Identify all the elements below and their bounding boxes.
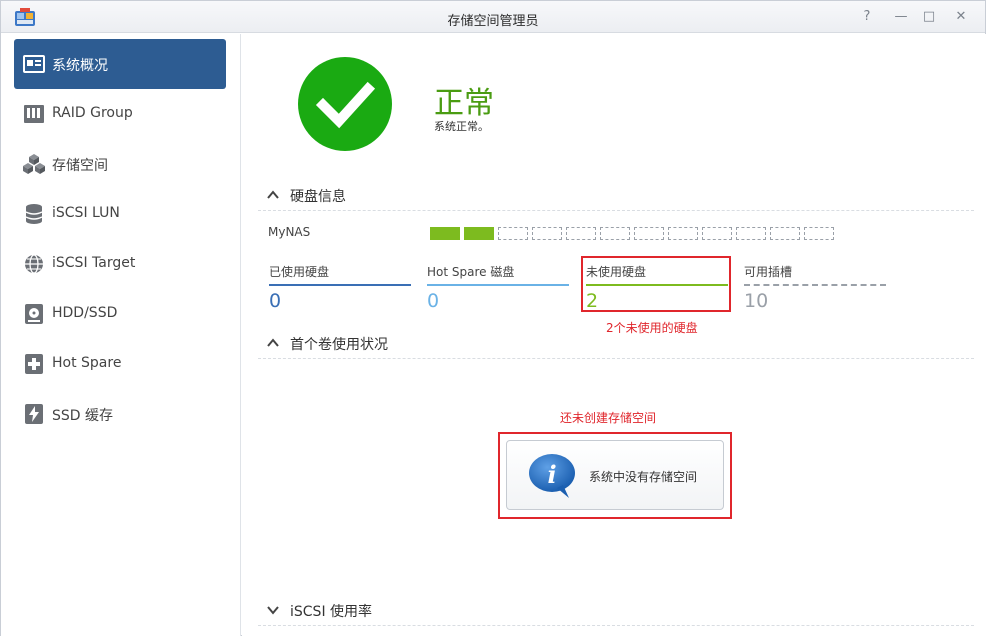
disk-slot-empty xyxy=(736,227,766,240)
disk-slot-empty xyxy=(668,227,698,240)
disk-slot-empty xyxy=(532,227,562,240)
no-storage-message: 系统中没有存储空间 xyxy=(589,470,698,484)
chevron-up-icon xyxy=(267,190,279,199)
sidebar-item-overview[interactable]: 系统概况 xyxy=(14,39,226,89)
window-title: 存储空间管理员 xyxy=(447,14,539,29)
globe-icon xyxy=(25,254,43,274)
stat-underline xyxy=(269,284,411,286)
stat-label: 可用插槽 xyxy=(744,265,793,279)
sidebar-item-label: Hot Spare xyxy=(52,355,122,371)
section-first-volume[interactable]: 首个卷使用状况 xyxy=(258,333,974,359)
disk-slot-empty xyxy=(702,227,732,240)
stat-value: 0 xyxy=(427,290,440,312)
stat-underline xyxy=(427,284,569,286)
no-storage-message-card: i 系统中没有存储空间 xyxy=(506,440,724,510)
sidebar: 系统概况 RAID Group 存储空间 iSCSI LUN iSCSI Tar… xyxy=(1,34,241,636)
sidebar-item-label: iSCSI LUN xyxy=(52,205,120,221)
stat-hot-spare-disks: Hot Spare 磁盘 0 xyxy=(427,263,569,312)
sidebar-item-label: 系统概况 xyxy=(52,58,108,74)
section-iscsi-usage[interactable]: iSCSI 使用率 xyxy=(258,600,974,626)
plus-box-icon xyxy=(25,354,43,374)
stat-used-disks: 已使用硬盘 0 xyxy=(269,263,411,312)
section-disk-info[interactable]: 硬盘信息 xyxy=(258,185,974,211)
sidebar-item-raid-group[interactable]: RAID Group xyxy=(14,89,226,139)
maximize-button[interactable]: □ xyxy=(920,8,938,26)
nas-name: MyNAS xyxy=(268,225,311,239)
disk-slot-empty xyxy=(804,227,834,240)
disk-slot-empty xyxy=(566,227,596,240)
disk-slot-used xyxy=(430,227,460,240)
sidebar-item-label: HDD/SSD xyxy=(52,305,118,321)
checkmark-status-icon xyxy=(298,57,392,151)
sidebar-item-label: RAID Group xyxy=(52,105,133,121)
disk-slot-empty xyxy=(600,227,630,240)
stat-value: 0 xyxy=(269,290,282,312)
disk-icon xyxy=(25,304,43,324)
system-status-title: 正常 xyxy=(434,86,494,121)
no-volume-annotation: 还未创建存储空间 xyxy=(560,411,657,425)
stat-available-slots: 可用插槽 10 xyxy=(744,263,886,312)
section-label: iSCSI 使用率 xyxy=(290,604,373,620)
close-button[interactable]: ✕ xyxy=(952,8,970,26)
disk-slot-empty xyxy=(634,227,664,240)
stat-label: Hot Spare 磁盘 xyxy=(427,265,515,279)
sidebar-item-label: iSCSI Target xyxy=(52,255,136,271)
sidebar-item-label: 存储空间 xyxy=(52,158,108,174)
disk-slot-empty xyxy=(498,227,528,240)
ssd-cache-icon xyxy=(25,404,43,424)
stat-underline xyxy=(744,284,886,286)
section-label: 硬盘信息 xyxy=(290,189,346,205)
disk-slot-empty xyxy=(770,227,800,240)
database-icon xyxy=(25,204,43,224)
sidebar-item-storage[interactable]: 存储空间 xyxy=(14,139,226,189)
info-bubble-icon: i xyxy=(529,454,575,498)
sidebar-item-iscsi-lun[interactable]: iSCSI LUN xyxy=(14,189,226,239)
main-panel: 正常 系统正常。 硬盘信息 MyNAS 已使用硬盘 0 Hot Spare 磁盘… xyxy=(242,34,986,636)
sidebar-item-hot-spare[interactable]: Hot Spare xyxy=(14,339,226,389)
unused-disks-highlight xyxy=(581,256,731,312)
minimize-button[interactable]: — xyxy=(892,8,910,26)
sidebar-item-ssd-cache[interactable]: SSD 缓存 xyxy=(14,389,226,439)
chevron-up-icon xyxy=(267,338,279,347)
section-label: 首个卷使用状况 xyxy=(290,337,388,353)
system-status-description: 系统正常。 xyxy=(434,120,489,133)
storage-cubes-icon xyxy=(23,154,45,174)
svg-text:i: i xyxy=(547,460,556,489)
chevron-down-icon xyxy=(267,606,279,615)
title-bar[interactable]: 存储空间管理员 ? — □ ✕ xyxy=(1,1,985,33)
overview-icon xyxy=(23,55,45,73)
sidebar-item-iscsi-target[interactable]: iSCSI Target xyxy=(14,239,226,289)
help-button[interactable]: ? xyxy=(858,8,876,26)
sidebar-item-label: SSD 缓存 xyxy=(52,408,114,424)
stat-label: 已使用硬盘 xyxy=(269,265,330,279)
sidebar-item-hdd-ssd[interactable]: HDD/SSD xyxy=(14,289,226,339)
stat-value: 10 xyxy=(744,290,769,312)
app-window: 存储空间管理员 ? — □ ✕ 系统概况 RAID Group 存储空间 iSC… xyxy=(0,0,986,636)
disk-slot-used xyxy=(464,227,494,240)
raid-group-icon xyxy=(24,105,44,123)
